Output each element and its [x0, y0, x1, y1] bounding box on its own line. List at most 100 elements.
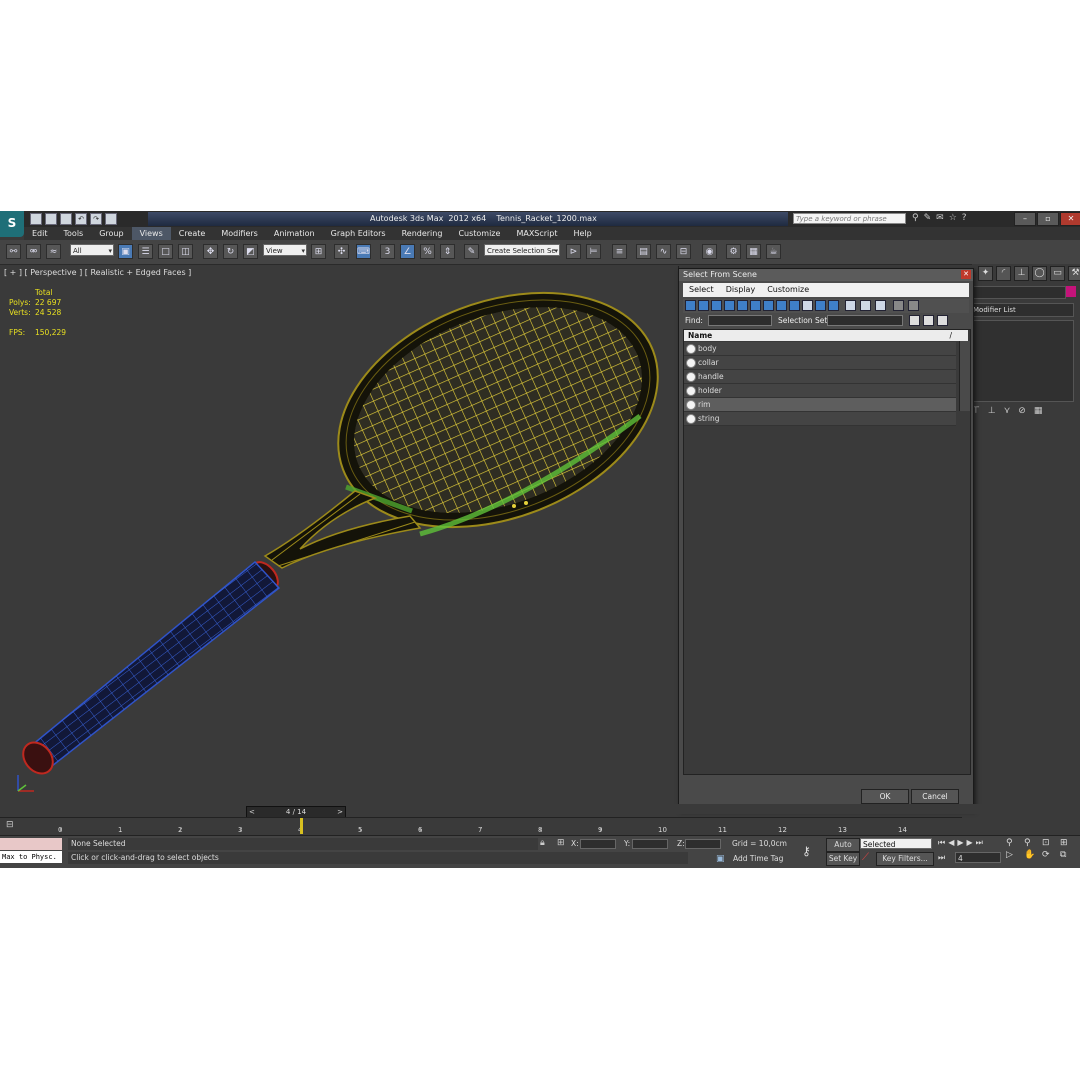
tennis-racket-model[interactable]	[0, 266, 678, 804]
display-frozen-icon[interactable]	[815, 300, 826, 311]
pivot-center-icon[interactable]: ⊞	[311, 244, 326, 259]
percent-snap-icon[interactable]: %	[420, 244, 435, 259]
mini-curve-editor-icon[interactable]: ⊟	[6, 820, 14, 830]
display-containers-icon[interactable]	[802, 300, 813, 311]
select-by-name-icon[interactable]: ☰	[138, 244, 153, 259]
field-of-view-icon[interactable]: ▷	[1006, 850, 1022, 860]
dialog-close-button[interactable]: ✕	[961, 270, 971, 279]
name-column-header[interactable]: Name /	[684, 330, 968, 341]
unlink-icon[interactable]: ⚮	[26, 244, 41, 259]
named-selection-set-dropdown[interactable]: Create Selection Se	[484, 244, 560, 257]
z-coordinate-field[interactable]	[685, 839, 721, 849]
list-item[interactable]: string	[684, 412, 956, 426]
list-item[interactable]: collar	[684, 356, 956, 370]
key-selection-dropdown[interactable]: Selected	[860, 838, 932, 849]
display-tab-icon[interactable]: ▭	[1050, 266, 1065, 281]
auto-key-button[interactable]: Auto Key	[826, 838, 860, 861]
show-end-result-icon[interactable]: ⊥	[988, 406, 996, 416]
reference-coordinate-dropdown[interactable]: View	[263, 244, 307, 257]
wrench-icon[interactable]: ✎	[924, 213, 932, 223]
close-window-button[interactable]: ✕	[1060, 212, 1080, 226]
orbit-icon[interactable]: ⟳	[1042, 850, 1058, 860]
binoculars-icon[interactable]: ⚲	[912, 213, 919, 223]
display-none-icon[interactable]	[860, 300, 871, 311]
maximize-viewport-icon[interactable]: ⧉	[1060, 850, 1076, 860]
remove-modifier-icon[interactable]: ⊘	[1018, 406, 1026, 416]
display-geometry-icon[interactable]	[685, 300, 696, 311]
maximize-button[interactable]: ▫	[1037, 212, 1059, 226]
zoom-extents-icon[interactable]: ⊡	[1042, 838, 1058, 848]
menu-group[interactable]: Group	[91, 227, 131, 240]
list-scrollbar[interactable]	[959, 341, 970, 411]
curve-editor-icon[interactable]: ∿	[656, 244, 671, 259]
display-bones-icon[interactable]	[789, 300, 800, 311]
new-file-icon[interactable]	[30, 213, 42, 225]
ok-button[interactable]: OK	[861, 789, 909, 804]
select-object-icon[interactable]: ▣	[118, 244, 133, 259]
create-tab-icon[interactable]: ✦	[978, 266, 993, 281]
x-coordinate-field[interactable]	[580, 839, 616, 849]
display-xrefs-icon[interactable]	[776, 300, 787, 311]
current-frame-field[interactable]: 4	[955, 852, 1001, 863]
set-key-button[interactable]: Set Key	[826, 852, 860, 866]
minimize-button[interactable]: –	[1014, 212, 1036, 226]
display-shapes-icon[interactable]	[698, 300, 709, 311]
lock-selection-icon[interactable]: 🔒︎	[540, 838, 545, 848]
communication-icon[interactable]: ✉	[936, 213, 944, 223]
dialog-menu-customize[interactable]: Customize	[761, 283, 815, 297]
menu-rendering[interactable]: Rendering	[394, 227, 451, 240]
undo-icon[interactable]: ↶	[75, 213, 87, 225]
absolute-mode-icon[interactable]: ⊞	[557, 838, 565, 848]
display-lights-icon[interactable]	[711, 300, 722, 311]
menu-create[interactable]: Create	[171, 227, 214, 240]
dialog-menu-select[interactable]: Select	[683, 283, 720, 297]
list-item[interactable]: handle	[684, 370, 956, 384]
zoom-icon[interactable]: ⚲	[1006, 838, 1022, 848]
help-icon[interactable]: ?	[962, 213, 967, 223]
menu-tools[interactable]: Tools	[56, 227, 92, 240]
menu-customize[interactable]: Customize	[450, 227, 508, 240]
make-unique-icon[interactable]: ⋎	[1004, 406, 1011, 416]
maxscript-listener-top[interactable]	[0, 838, 62, 850]
maxscript-mini-listener[interactable]: Max to Physc.	[0, 851, 62, 863]
filter-icon[interactable]	[893, 300, 904, 311]
zoom-extents-all-icon[interactable]: ⊞	[1060, 838, 1076, 848]
link-icon[interactable]: ⚯	[6, 244, 21, 259]
add-time-tag[interactable]: Add Time Tag	[733, 854, 783, 863]
render-production-icon[interactable]: ☕	[766, 244, 781, 259]
rotate-icon[interactable]: ↻	[223, 244, 238, 259]
dialog-title[interactable]: Select From Scene	[679, 269, 973, 281]
find-input[interactable]	[708, 315, 772, 326]
display-helpers-icon[interactable]	[737, 300, 748, 311]
set-key-mode-icon[interactable]: ⚷	[802, 844, 811, 858]
save-file-icon[interactable]	[60, 213, 72, 225]
app-logo-icon[interactable]: S	[0, 211, 24, 237]
perspective-viewport[interactable]: [ + ] [ Perspective ] [ Realistic + Edge…	[0, 266, 679, 804]
edit-named-selection-icon[interactable]: ✎	[464, 244, 479, 259]
next-key-icon[interactable]: ▶︎	[967, 838, 973, 848]
list-item[interactable]: rim	[684, 398, 956, 412]
remove-from-selection-set-icon[interactable]	[937, 315, 948, 326]
menu-graph-editors[interactable]: Graph Editors	[323, 227, 394, 240]
menu-animation[interactable]: Animation	[266, 227, 323, 240]
utilities-tab-icon[interactable]: ⚒	[1068, 266, 1080, 281]
align-icon[interactable]: ⊨	[586, 244, 601, 259]
hierarchy-filter-icon[interactable]	[908, 300, 919, 311]
previous-frame-icon[interactable]: <	[249, 807, 255, 817]
rectangular-selection-icon[interactable]: □	[158, 244, 173, 259]
cancel-button[interactable]: Cancel	[911, 789, 959, 804]
star-icon[interactable]: ☆	[949, 213, 957, 223]
angle-snap-icon[interactable]: ∠	[400, 244, 415, 259]
modify-tab-icon[interactable]: ◜	[996, 266, 1011, 281]
redo-icon[interactable]: ↷	[90, 213, 102, 225]
search-input[interactable]: Type a keyword or phrase	[793, 213, 906, 224]
list-item[interactable]: holder	[684, 384, 956, 398]
dialog-menu-display[interactable]: Display	[720, 283, 762, 297]
object-name-field[interactable]	[972, 286, 1066, 299]
material-editor-icon[interactable]: ◉	[702, 244, 717, 259]
timeline-ruler[interactable]: ⊟ 01234567891011121314	[0, 817, 962, 836]
display-invert-icon[interactable]	[875, 300, 886, 311]
open-file-icon[interactable]	[45, 213, 57, 225]
play-icon[interactable]: ▶︎	[957, 838, 963, 848]
move-icon[interactable]: ✥	[203, 244, 218, 259]
